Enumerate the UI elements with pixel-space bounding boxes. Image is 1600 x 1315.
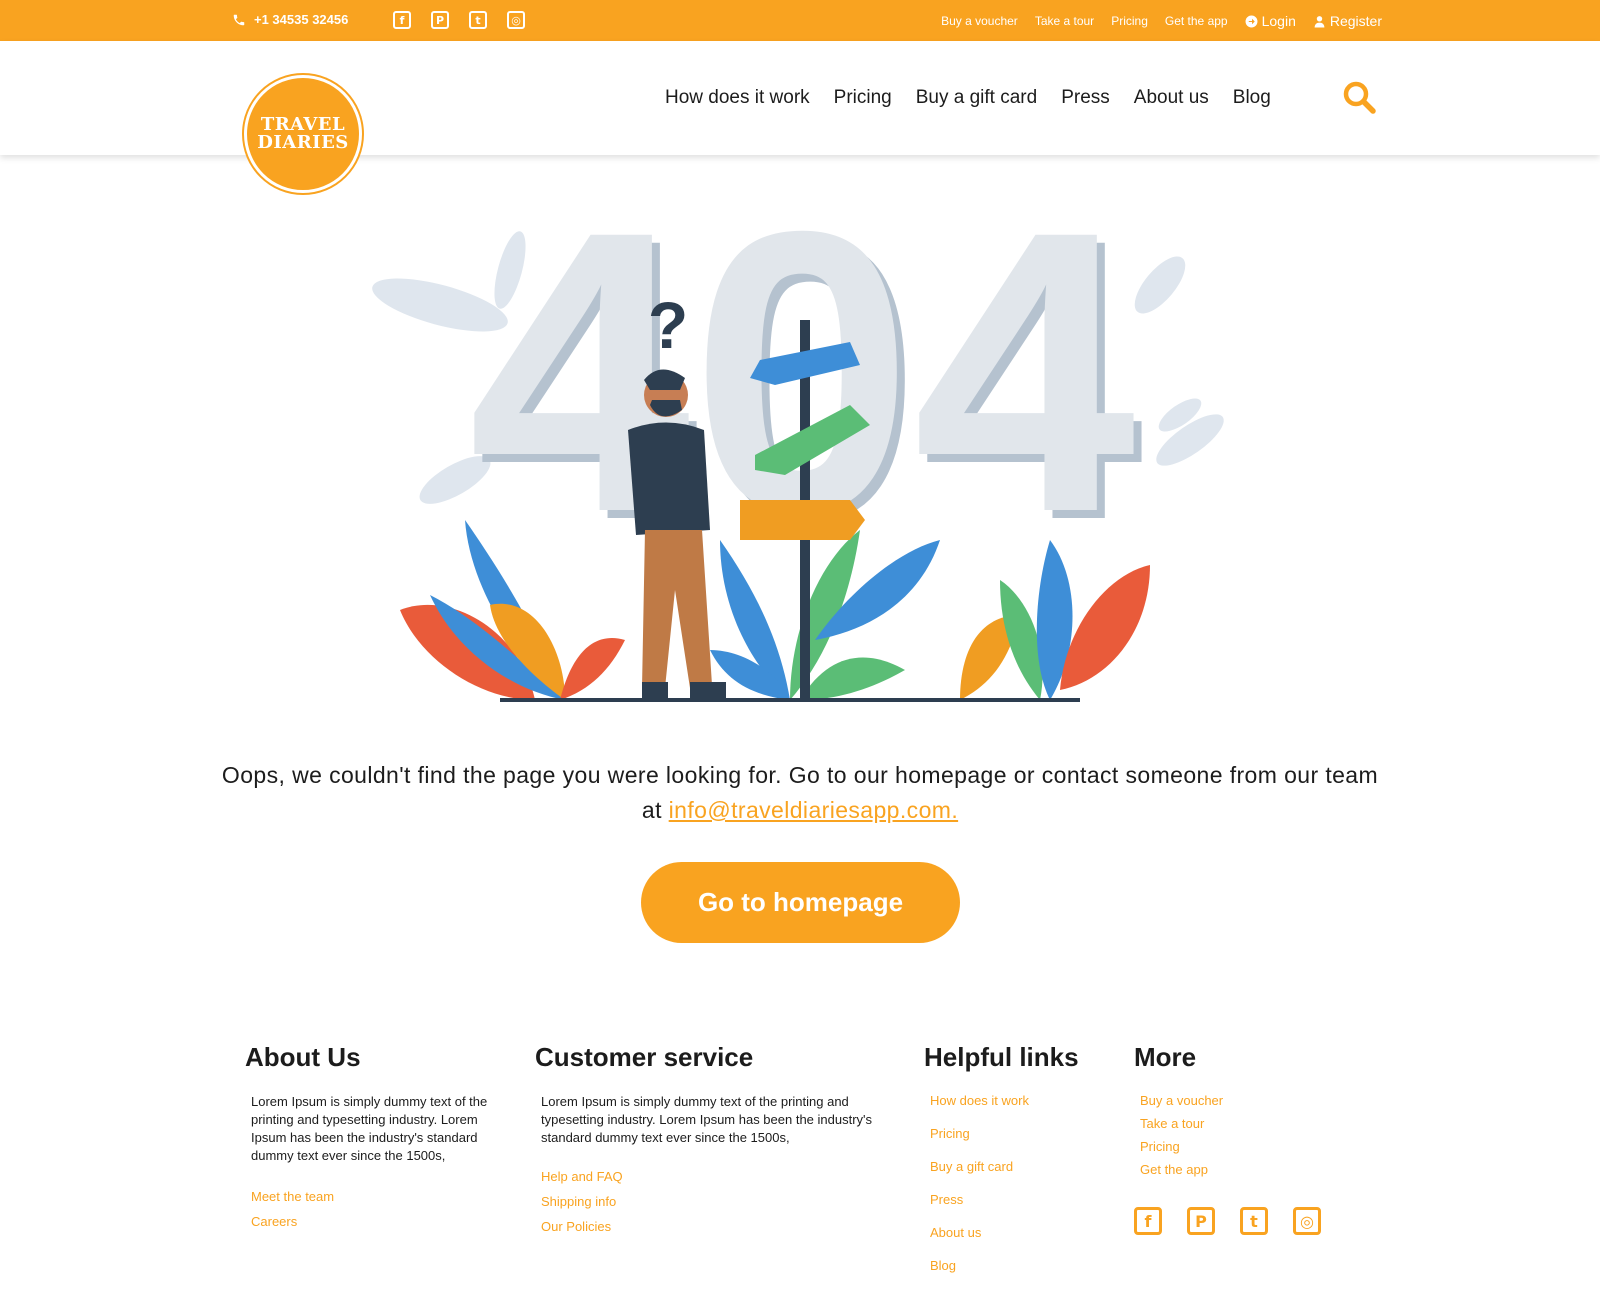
footer-service-title: Customer service	[535, 1042, 754, 1072]
footer-link-help-faq[interactable]: Help and FAQ	[535, 1169, 885, 1184]
footer-link-blog[interactable]: Blog	[924, 1258, 1114, 1273]
twitter-icon[interactable]: t	[1240, 1207, 1268, 1235]
question-mark: ?	[648, 288, 688, 362]
footer-link-take-tour[interactable]: Take a tour	[1134, 1116, 1364, 1131]
twitter-icon[interactable]: t	[469, 11, 487, 29]
register-link[interactable]: Register	[1313, 13, 1382, 29]
phone-icon	[233, 14, 245, 25]
search-icon[interactable]	[1341, 79, 1377, 115]
footer-link-buy-voucher[interactable]: Buy a voucher	[1134, 1093, 1364, 1108]
logo[interactable]: TRAVEL DIARIES	[244, 75, 362, 193]
footer-more-title: More	[1134, 1042, 1197, 1072]
top-links: Buy a voucher Take a tour Pricing Get th…	[941, 13, 1382, 29]
footer-helpful: Helpful links How does it work Pricing B…	[924, 1042, 1114, 1273]
nav-about[interactable]: About us	[1134, 87, 1209, 109]
nav-how-it-works[interactable]: How does it work	[665, 87, 810, 109]
login-link[interactable]: Login	[1245, 13, 1296, 29]
login-label: Login	[1261, 13, 1296, 29]
top-link-get-app[interactable]: Get the app	[1165, 14, 1228, 28]
pinterest-icon[interactable]: P	[1187, 1207, 1215, 1235]
logo-line-2: DIARIES	[257, 132, 349, 153]
footer-link-pricing[interactable]: Pricing	[924, 1126, 1114, 1141]
facebook-icon[interactable]: f	[393, 11, 411, 29]
phone-number: +1 34535 32456	[254, 12, 349, 27]
footer-socials: f P t ◎	[1134, 1207, 1364, 1235]
go-to-homepage-button[interactable]: Go to homepage	[641, 862, 960, 943]
footer-service: Customer service Lorem Ipsum is simply d…	[535, 1042, 885, 1234]
user-icon	[1314, 15, 1325, 27]
footer-link-policies[interactable]: Our Policies	[535, 1219, 885, 1234]
ground-line	[500, 698, 1080, 702]
footer-link-press[interactable]: Press	[924, 1192, 1114, 1207]
instagram-icon[interactable]: ◎	[507, 11, 525, 29]
top-bar: +1 34535 32456 f P t ◎ Buy a voucher Tak…	[0, 0, 1600, 41]
contact-email-link[interactable]: info@traveldiariesapp.com.	[669, 797, 958, 823]
footer-link-gift-card[interactable]: Buy a gift card	[924, 1159, 1114, 1174]
phone-contact[interactable]: +1 34535 32456	[232, 12, 348, 27]
footer-service-text: Lorem Ipsum is simply dummy text of the …	[541, 1094, 873, 1145]
top-socials: f P t ◎	[393, 11, 525, 29]
footer-link-meet-team[interactable]: Meet the team	[245, 1189, 495, 1204]
nav-blog[interactable]: Blog	[1233, 87, 1271, 109]
footer-link-more-pricing[interactable]: Pricing	[1134, 1139, 1364, 1154]
error-message: Oops, we couldn't find the page you were…	[220, 758, 1380, 828]
facebook-icon[interactable]: f	[1134, 1207, 1162, 1235]
footer-helpful-title: Helpful links	[924, 1042, 1079, 1072]
footer-about: About Us Lorem Ipsum is simply dummy tex…	[245, 1042, 495, 1229]
register-label: Register	[1329, 13, 1382, 29]
top-link-pricing[interactable]: Pricing	[1111, 14, 1148, 28]
footer-more: More Buy a voucher Take a tour Pricing G…	[1134, 1042, 1364, 1235]
footer-link-careers[interactable]: Careers	[245, 1214, 495, 1229]
footer-link-get-app[interactable]: Get the app	[1134, 1162, 1364, 1177]
top-link-take-tour[interactable]: Take a tour	[1035, 14, 1094, 28]
login-icon	[1245, 15, 1258, 27]
nav-press[interactable]: Press	[1061, 87, 1110, 109]
footer-link-about[interactable]: About us	[924, 1225, 1114, 1240]
footer-link-how-it-works[interactable]: How does it work	[924, 1093, 1114, 1108]
nav-pricing[interactable]: Pricing	[834, 87, 892, 109]
footer-link-shipping[interactable]: Shipping info	[535, 1194, 885, 1209]
footer-about-title: About Us	[245, 1042, 361, 1072]
error-illustration: 404 404 ?	[360, 148, 1240, 720]
nav-gift-card[interactable]: Buy a gift card	[916, 87, 1037, 109]
instagram-icon[interactable]: ◎	[1293, 1207, 1321, 1235]
top-link-buy-voucher[interactable]: Buy a voucher	[941, 14, 1018, 28]
footer-about-text: Lorem Ipsum is simply dummy text of the …	[251, 1094, 488, 1163]
sign-orange	[740, 500, 865, 540]
pinterest-icon[interactable]: P	[431, 11, 449, 29]
main-nav: How does it work Pricing Buy a gift card…	[665, 81, 1376, 114]
error-404-graphic: 404 404 ?	[372, 148, 1224, 702]
